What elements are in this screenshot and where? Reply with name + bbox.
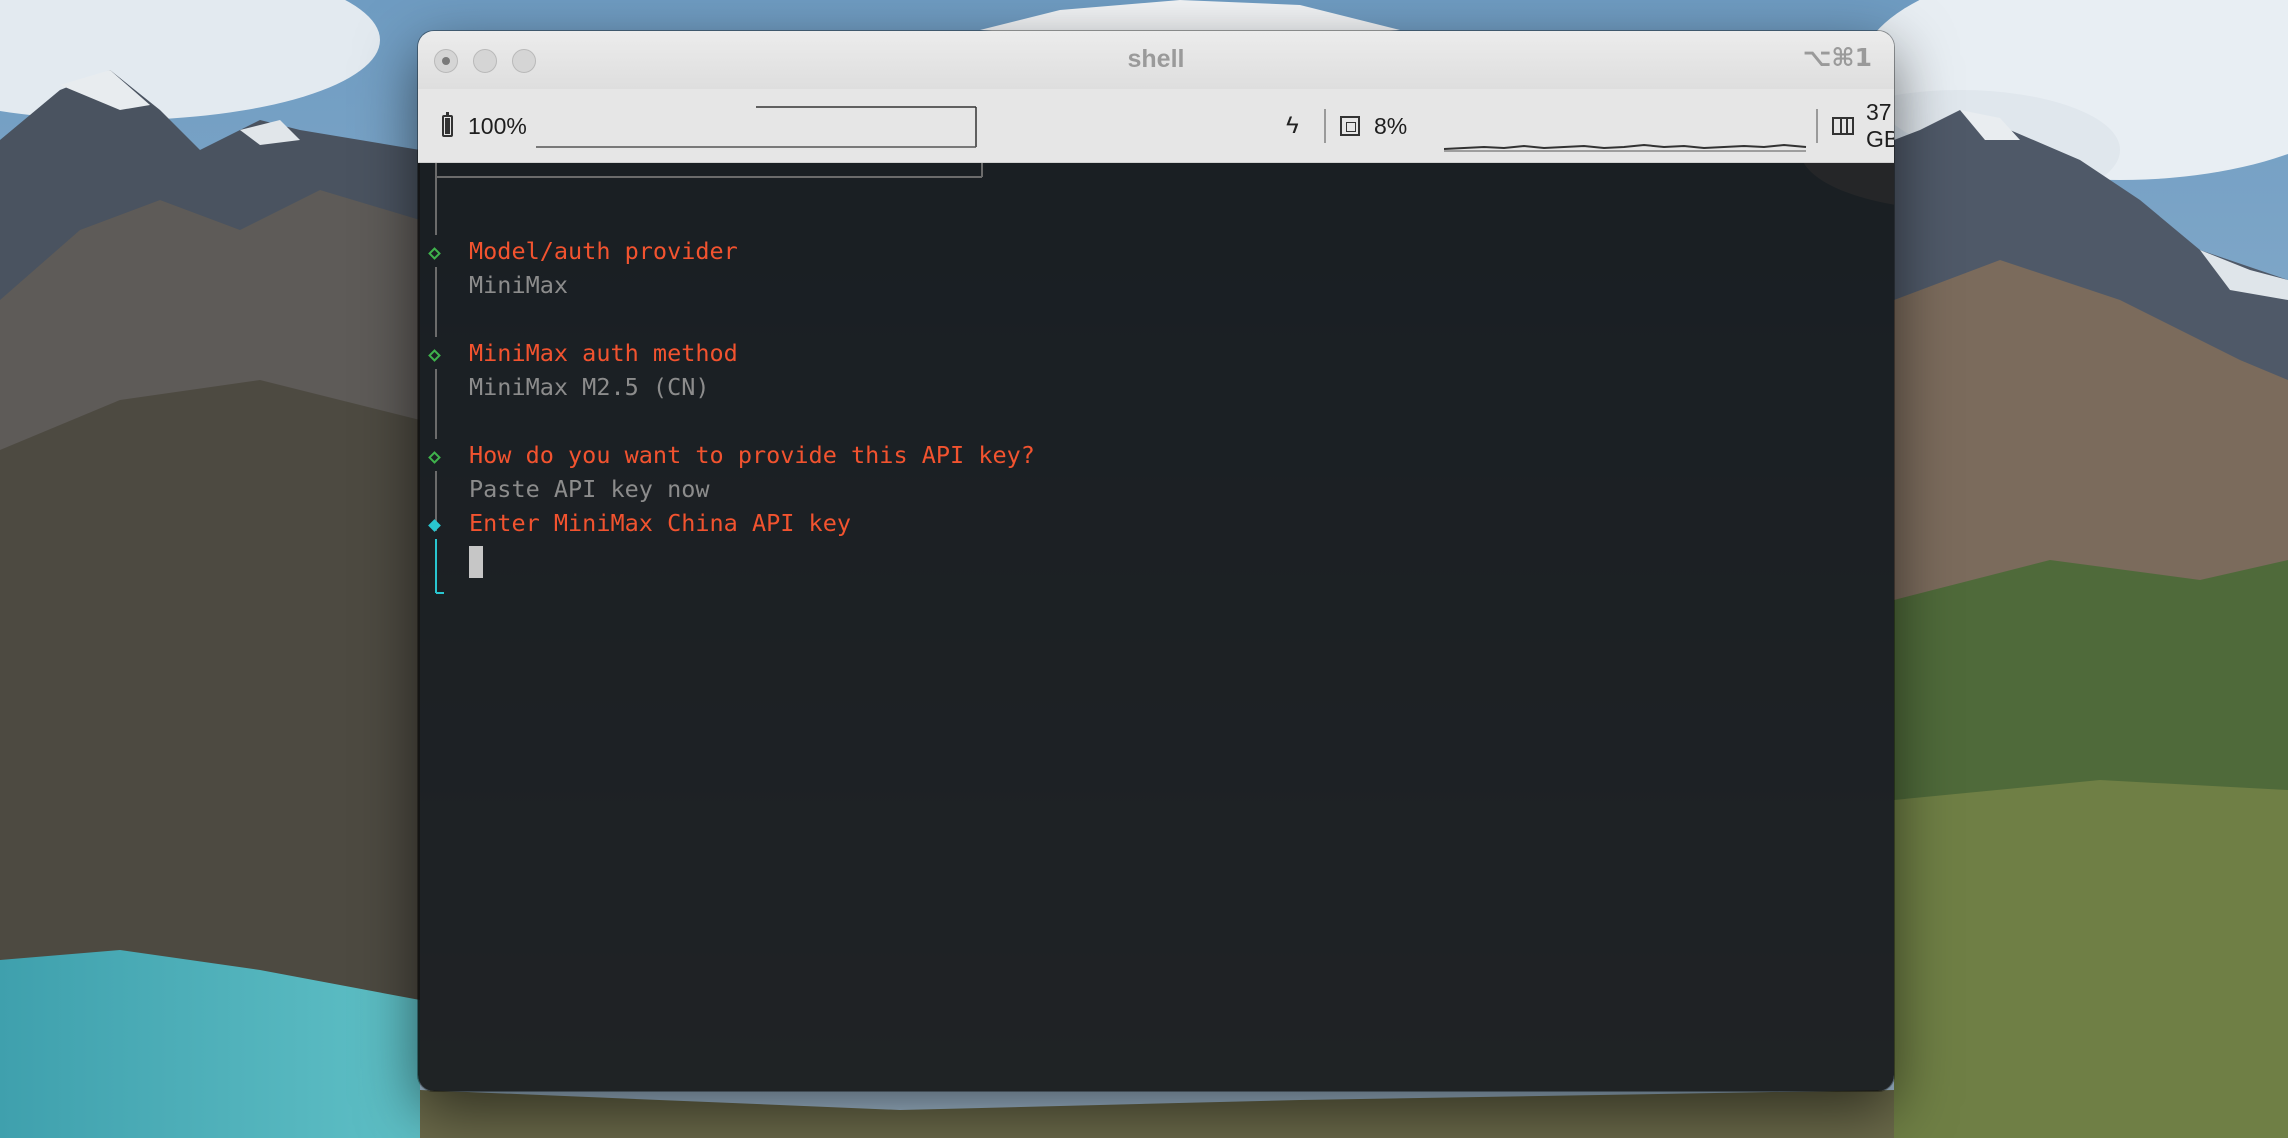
memory-status	[1832, 89, 1854, 163]
flow-line	[435, 369, 437, 439]
step-complete-icon	[428, 451, 441, 464]
step-complete-icon	[428, 247, 441, 260]
step-complete-icon	[428, 349, 441, 362]
step-answer: Paste API key now	[469, 475, 710, 503]
cpu-status	[1340, 89, 1360, 163]
step-active-icon	[428, 519, 441, 532]
memory-value: 37 GB	[1866, 99, 1894, 152]
bolt-icon: ϟ	[1286, 112, 1299, 139]
battery-graph	[536, 106, 977, 148]
step-question: Enter MiniMax China API key	[469, 509, 852, 537]
step-question: Model/auth provider	[469, 237, 738, 265]
cpu-value: 8%	[1374, 112, 1408, 139]
battery-value: 100%	[468, 112, 527, 139]
terminal-window: shell ⌥⌘1 100% ϟ 8% 37 GB Model/auth pro…	[418, 31, 1894, 1091]
divider	[1324, 109, 1326, 143]
step-answer: MiniMax	[469, 271, 569, 299]
step-question: MiniMax auth method	[469, 339, 738, 367]
title-bar[interactable]: shell ⌥⌘1	[418, 31, 1894, 89]
battery-status	[442, 89, 453, 163]
step-question: How do you want to provide this API key?	[469, 441, 1035, 469]
status-bar: 100% ϟ 8% 37 GB	[418, 89, 1894, 163]
battery-icon	[442, 112, 453, 137]
terminal-output[interactable]: Model/auth provider MiniMax MiniMax auth…	[418, 163, 1894, 1091]
cpu-graph	[1444, 143, 1807, 152]
bolt-wrap: ϟ	[1286, 89, 1299, 163]
cpu-icon	[1340, 116, 1360, 136]
memory-icon	[1832, 117, 1854, 135]
active-flow-line	[435, 539, 444, 594]
window-shortcut: ⌥⌘1	[1802, 43, 1872, 72]
box-border-remnant	[435, 163, 983, 178]
window-title: shell	[1127, 45, 1185, 73]
divider	[1816, 109, 1818, 143]
text-cursor[interactable]	[469, 546, 483, 578]
flow-line	[435, 177, 437, 235]
step-answer: MiniMax M2.5 (CN)	[469, 373, 710, 401]
flow-line	[435, 267, 437, 337]
